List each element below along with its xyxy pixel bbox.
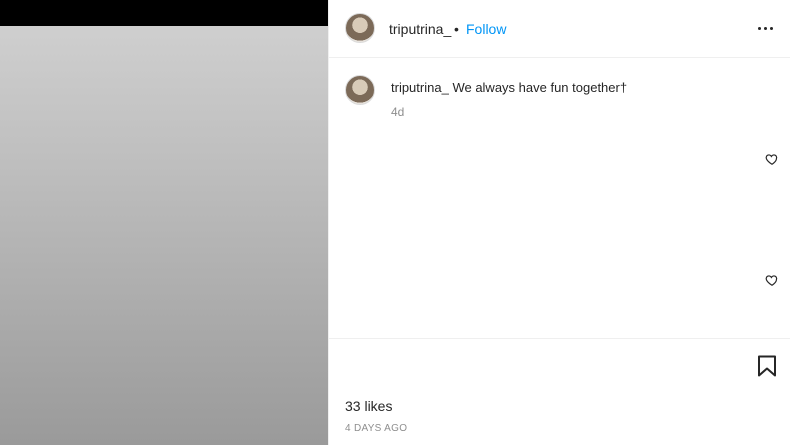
post-timestamp: 4 DAYS AGO <box>345 423 408 434</box>
header-separator: • <box>454 21 459 37</box>
bookmark-icon[interactable] <box>757 355 777 377</box>
caption-like-heart-icon[interactable] <box>765 152 779 166</box>
caption-avatar[interactable] <box>345 75 375 105</box>
follow-button[interactable]: Follow <box>466 21 506 37</box>
post-header: triputrina_ • Follow <box>329 0 790 58</box>
caption-time: 4d <box>391 105 405 119</box>
caption-text: triputrina_ We always have fun together† <box>391 80 627 95</box>
caption-body: We always have fun together† <box>452 80 628 95</box>
post-side-panel: triputrina_ • Follow triputrina_ We alwa… <box>328 0 790 445</box>
author-avatar[interactable] <box>345 13 375 43</box>
post-photo <box>0 26 328 445</box>
likes-count[interactable]: 33 likes <box>345 398 392 414</box>
author-username[interactable]: triputrina_ <box>389 21 451 37</box>
post-media[interactable] <box>0 0 328 445</box>
caption-username[interactable]: triputrina_ <box>391 80 449 95</box>
comment-like-heart-icon[interactable] <box>765 273 779 287</box>
actions-divider <box>329 338 790 339</box>
more-options-icon[interactable] <box>753 18 777 38</box>
